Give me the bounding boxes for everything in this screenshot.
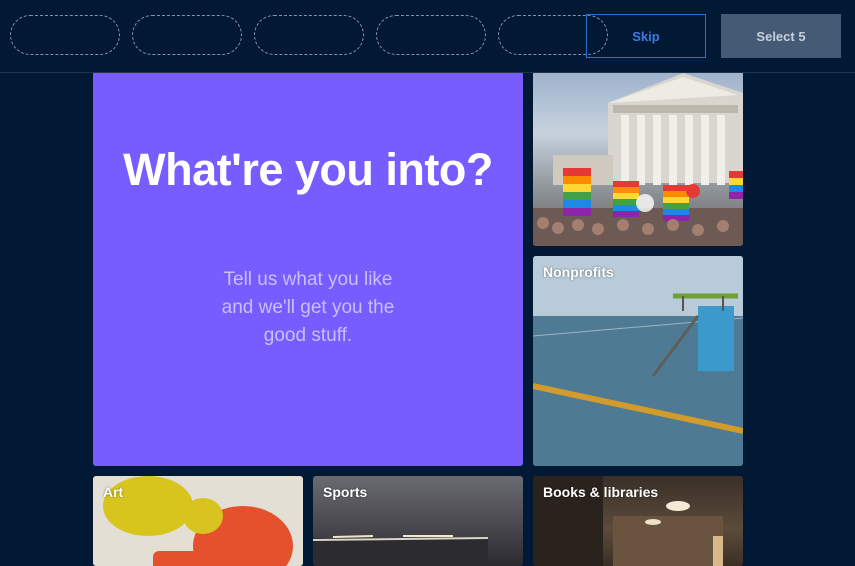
courthouse-image <box>533 73 743 246</box>
abstract-art-image <box>103 476 293 566</box>
interest-tile-nonprofits[interactable]: Nonprofits <box>533 256 743 466</box>
selection-bar: Skip Select 5 <box>0 0 855 73</box>
select-button[interactable]: Select 5 <box>721 14 841 58</box>
interest-tile-art[interactable]: Art <box>93 476 303 566</box>
skip-button[interactable]: Skip <box>586 14 706 58</box>
tile-label: Art <box>103 484 124 500</box>
page-title: What're you into? <box>123 144 493 195</box>
flooded-pool-image <box>533 256 743 466</box>
empty-selection-slot <box>254 15 364 55</box>
tile-label: Nonprofits <box>543 264 614 280</box>
interest-tile-books-libraries[interactable]: Books & libraries <box>533 476 743 566</box>
empty-selection-slot <box>132 15 242 55</box>
tile-label: Sports <box>323 484 368 500</box>
intro-card: What're you into? Tell us what you like … <box>93 73 523 466</box>
interest-tile-sports[interactable]: Sports <box>313 476 523 566</box>
tile-label: Books & libraries <box>543 484 659 500</box>
page-subtitle: Tell us what you like and we'll get you … <box>221 269 395 346</box>
empty-selection-slot <box>376 15 486 55</box>
empty-selection-slot <box>10 15 120 55</box>
interest-tile-courthouse[interactable] <box>533 73 743 246</box>
